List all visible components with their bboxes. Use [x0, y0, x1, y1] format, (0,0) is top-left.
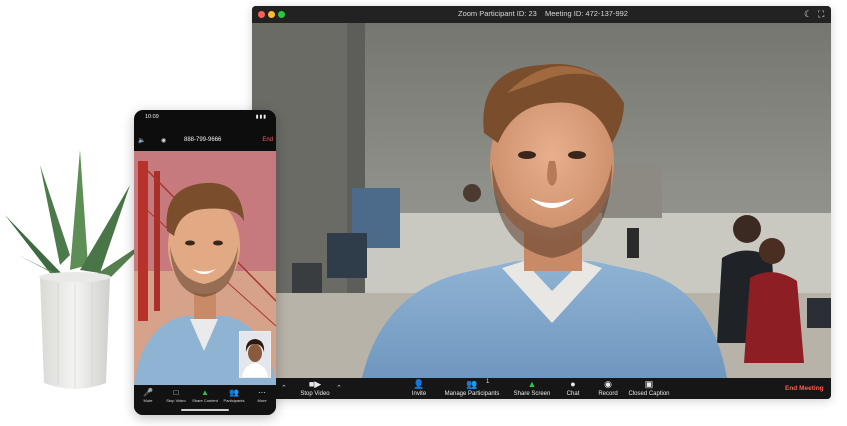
manage-participants-button[interactable]: 👥 Manage Participants — [442, 379, 502, 398]
participant-id-title: Zoom Participant ID: 23 — [458, 9, 537, 18]
phone-stop-video-label: Stop Video — [166, 398, 186, 403]
audio-options-caret-icon[interactable]: ⌃ — [281, 384, 287, 392]
invite-user-icon: 👤 — [413, 379, 425, 389]
phone-share-content-label: Share Content — [192, 398, 218, 403]
phone-mute-button[interactable]: 🎤 Mute — [139, 388, 157, 404]
zoom-promo-scene: Zoom Participant ID: 23 Meeting ID: 472-… — [0, 0, 847, 426]
chat-label: Chat — [566, 391, 580, 397]
phone-share-content-button[interactable]: ▲ Share Content — [191, 388, 219, 404]
video-options-caret-icon[interactable]: ⌃ — [336, 384, 342, 392]
closed-caption-icon: ▣ — [644, 379, 654, 389]
phone-participants-button[interactable]: 👥 Participants — [221, 388, 247, 404]
minimize-icon[interactable] — [268, 11, 275, 18]
phone-stop-video-button[interactable]: □ Stop Video — [164, 388, 188, 404]
phone-end-button[interactable]: End — [262, 137, 273, 143]
more-dots-icon: ⋯ — [258, 388, 266, 397]
self-view-thumbnail[interactable] — [239, 331, 271, 378]
fullscreen-icon[interactable]: ⛶ — [818, 9, 824, 19]
phone-meeting-number: 888-799-9666 — [184, 137, 222, 143]
participant-count-badge: 1 — [486, 379, 490, 385]
close-icon[interactable] — [258, 11, 265, 18]
chat-button[interactable]: ● Chat — [563, 379, 583, 398]
phone-mute-label: Mute — [143, 398, 153, 403]
manage-participants-label: Manage Participants — [444, 391, 500, 397]
end-meeting-button[interactable]: End Meeting — [785, 385, 824, 392]
self-view-image — [240, 332, 270, 377]
share-screen-button[interactable]: ▲ Share Screen — [511, 379, 553, 398]
invite-label: Invite — [411, 391, 427, 397]
meeting-toolbar: ⌃ ■▶ Stop Video ⌃ 👤 Invite 👥 Manage Part… — [252, 378, 831, 399]
participants-icon: 👥 — [466, 379, 478, 389]
phone-status-bar: 10:09 ▮▮▮ — [134, 110, 276, 124]
record-icon: ◉ — [604, 379, 612, 389]
share-screen-icon: ▲ — [201, 388, 209, 397]
record-button[interactable]: ◉ Record — [595, 379, 621, 398]
phone-more-label: More — [257, 398, 267, 403]
desktop-meeting-window: Zoom Participant ID: 23 Meeting ID: 472-… — [252, 6, 831, 399]
moon-icon[interactable]: ☾ — [804, 9, 812, 19]
microphone-icon: 🎤 — [143, 388, 153, 397]
mobile-phone-frame: 10:09 ▮▮▮ 🔈 ◉ 888-799-9666 End 🎤 Mute □ … — [134, 110, 276, 415]
main-video-feed — [252, 23, 831, 378]
participants-icon: 👥 — [229, 388, 239, 397]
chat-bubble-icon: ● — [570, 379, 576, 389]
meeting-id-title: Meeting ID: 472-137-992 — [545, 9, 628, 18]
signal-battery-icon: ▮▮▮ — [255, 114, 267, 120]
stop-video-button[interactable]: ■▶ Stop Video — [298, 379, 332, 398]
invite-button[interactable]: 👤 Invite — [407, 379, 431, 398]
home-indicator — [181, 409, 229, 411]
phone-clock: 10:09 — [145, 114, 159, 120]
phone-call-bar: 🔈 ◉ 888-799-9666 End — [134, 135, 276, 149]
succulent-plant-image — [5, 150, 148, 389]
share-screen-label: Share Screen — [513, 391, 551, 397]
speaker-video-image — [252, 23, 831, 378]
record-label: Record — [598, 391, 618, 397]
closed-caption-label: Closed Caption — [628, 391, 670, 397]
window-titlebar: Zoom Participant ID: 23 Meeting ID: 472-… — [252, 6, 831, 23]
phone-participants-label: Participants — [223, 398, 245, 403]
share-screen-icon: ▲ — [527, 379, 537, 389]
phone-more-button[interactable]: ⋯ More — [253, 388, 271, 404]
maximize-icon[interactable] — [278, 11, 285, 18]
stop-video-label: Stop Video — [300, 391, 330, 397]
video-camera-icon: ■▶ — [308, 379, 322, 389]
closed-caption-button[interactable]: ▣ Closed Caption — [626, 379, 672, 398]
video-camera-icon: □ — [173, 388, 179, 397]
phone-video-feed — [134, 151, 276, 385]
switch-camera-icon[interactable]: ◉ — [161, 137, 166, 144]
speaker-icon[interactable]: 🔈 — [138, 137, 145, 144]
